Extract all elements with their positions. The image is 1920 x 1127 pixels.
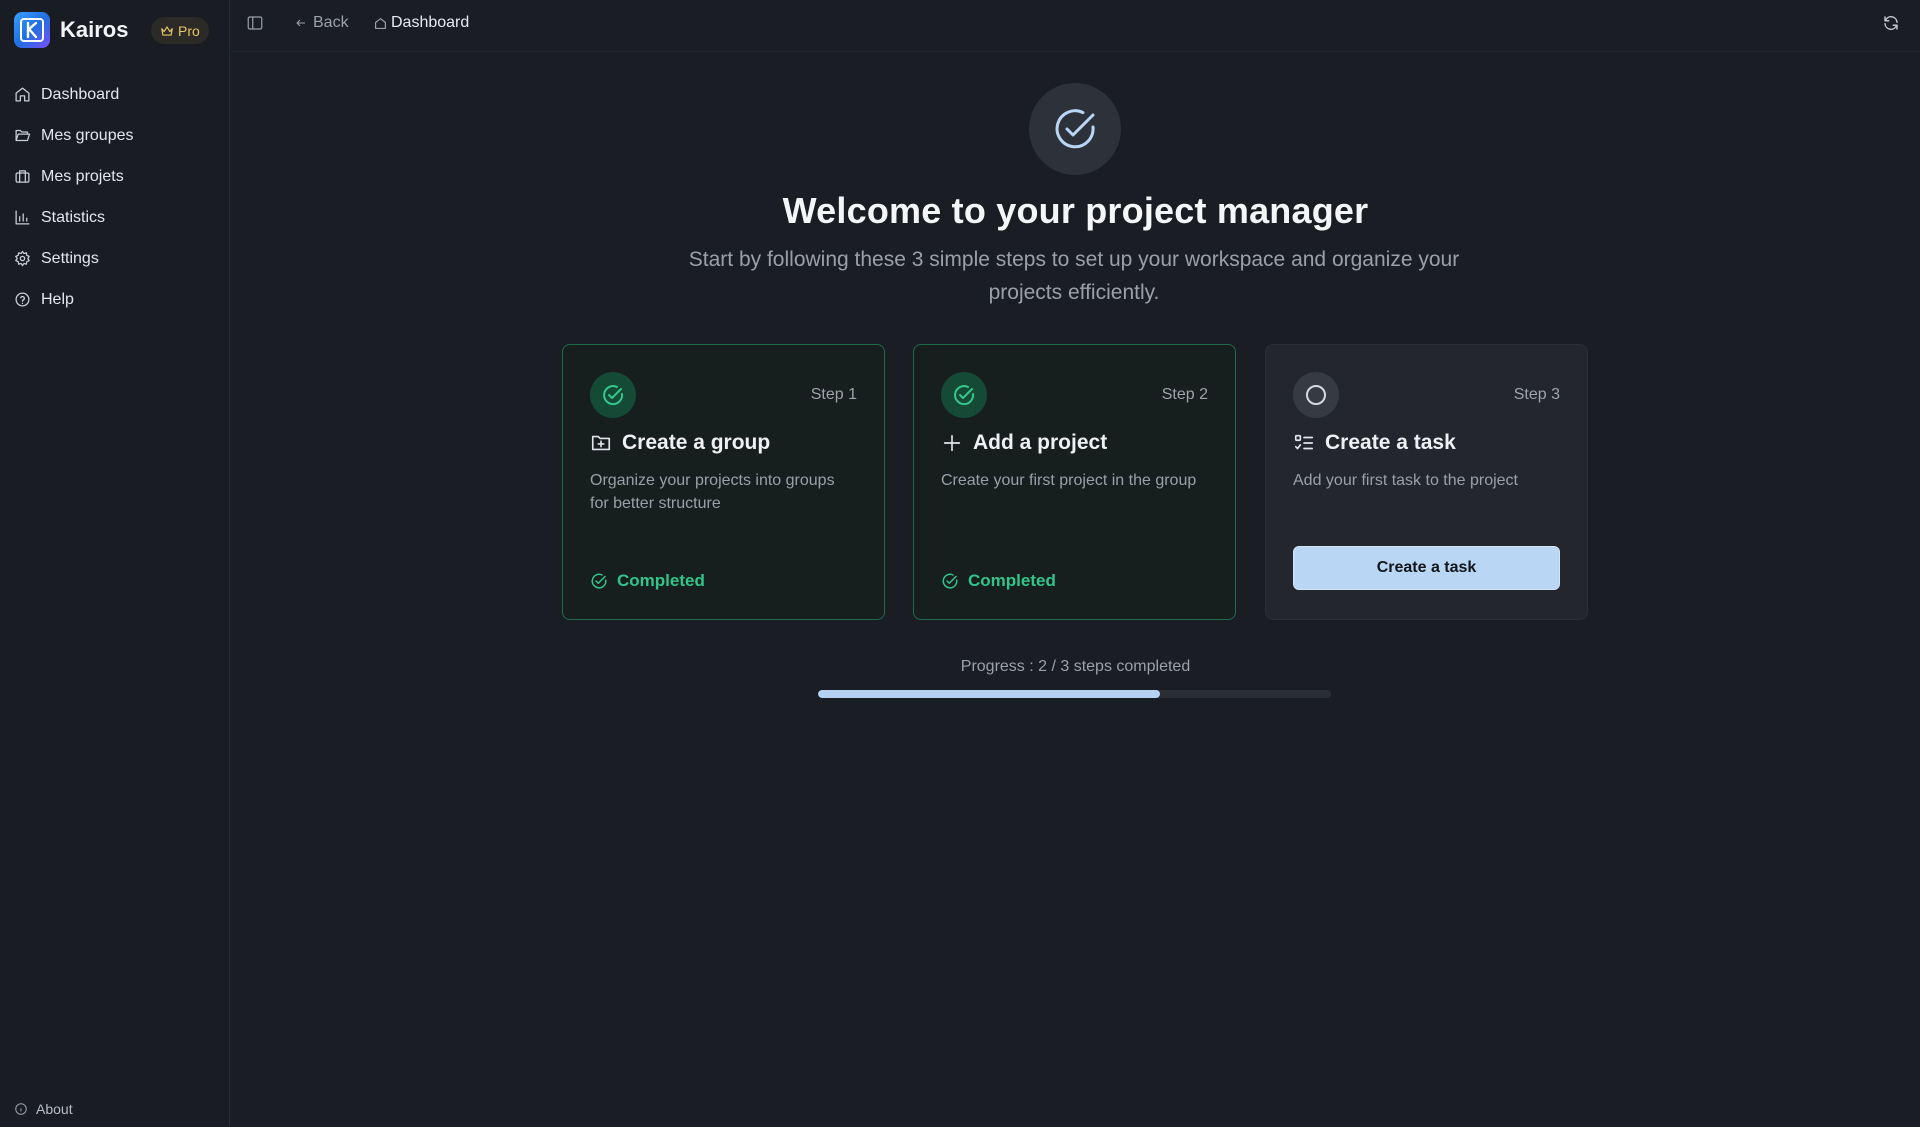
folder-plus-icon [591,435,611,451]
sidebar-item-label: Settings [41,249,99,267]
page-subtitle: Start by following these 3 simple steps … [688,248,1460,304]
sidebar-item-label: Help [41,290,74,308]
topbar: Back Dashboard [231,0,1920,52]
gear-icon [15,250,30,267]
step-card-1: Step 1 Create a group Organize your proj… [562,344,885,620]
step-title: Create a task [1293,431,1456,455]
progress-label: Progress : 2 / 3 steps completed [960,658,1191,675]
step-card-2: Step 2 Add a project Create your first p… [913,344,1236,620]
breadcrumb: Dashboard [374,14,469,32]
step-title-text: Add a project [973,431,1108,454]
sidebar-item-label: Dashboard [41,85,120,103]
create-task-button[interactable]: Create a task [1293,546,1560,590]
step-title: Create a group [590,431,770,455]
panel-left-icon [247,16,263,30]
step-label: Step 3 [1513,386,1560,403]
step-completed-status: Completed [590,571,705,591]
sidebar-item-settings[interactable]: Settings [0,238,230,279]
sidebar-item-label: Statistics [41,208,106,226]
check-circle-icon [591,573,607,589]
sidebar-item-mes-groupes[interactable]: Mes groupes [0,115,230,156]
kairos-logo-icon [14,12,50,48]
sidebar: Kairos Pro Dashboard Mes groupes Mes pro… [0,0,230,1127]
step-card-3: Step 3 Create a task Add your first task… [1265,344,1588,620]
plus-icon [943,434,961,452]
sidebar-toggle-button[interactable] [246,14,266,34]
step-status [941,372,987,418]
step-title-text: Create a group [622,431,771,454]
pro-badge: Pro [151,17,209,44]
step-label: Step 1 [810,386,857,403]
step-completed-status: Completed [941,571,1056,591]
check-circle-icon [603,385,624,406]
page-title: Welcome to your project manager [782,190,1369,231]
help-circle-icon [15,292,30,307]
step-description: Add your first task to the project [1293,472,1518,489]
refresh-icon [1884,16,1898,30]
progress-bar [818,690,1331,698]
list-todo-icon [1294,434,1314,450]
breadcrumb-current: Dashboard [391,14,470,31]
sidebar-item-dashboard[interactable]: Dashboard [0,74,230,115]
arrow-left-icon [296,19,305,27]
sidebar-item-label: Mes groupes [41,126,134,144]
circle-icon [1306,385,1326,405]
step-label: Step 2 [1161,386,1208,403]
folder-open-icon [15,129,31,142]
home-icon [375,17,386,29]
crown-icon [161,25,173,36]
progress-bar-fill [818,690,1160,698]
step-status [1293,372,1339,418]
bar-chart-icon [15,210,30,225]
check-circle-icon [942,573,958,589]
step-title-text: Create a task [1325,431,1456,454]
hero-check-icon [1029,83,1121,175]
sidebar-item-label: Mes projets [41,167,124,185]
brand[interactable]: Kairos [14,12,128,48]
about-label: About [36,1101,73,1117]
briefcase-icon [15,170,30,183]
sidebar-item-help[interactable]: Help [0,279,230,320]
back-button[interactable]: Back [295,14,349,32]
check-circle-icon [954,385,975,406]
about-link[interactable]: About [14,1101,73,1117]
completed-label: Completed [968,571,1056,590]
step-description: Create your first project in the group [941,472,1197,489]
app-name: Kairos [60,17,129,42]
completed-label: Completed [617,571,705,590]
home-icon [15,87,30,102]
sidebar-item-mes-projets[interactable]: Mes projets [0,156,230,197]
sidebar-nav: Dashboard Mes groupes Mes projets Statis… [0,74,230,320]
step-title: Add a project [941,431,1107,455]
sidebar-item-statistics[interactable]: Statistics [0,197,230,238]
step-description: Organize your projects into groups for b… [590,472,835,512]
refresh-button[interactable] [1882,14,1902,34]
step-status [590,372,636,418]
pro-badge-label: Pro [178,22,200,39]
back-label: Back [313,14,349,31]
info-icon [15,1103,27,1115]
